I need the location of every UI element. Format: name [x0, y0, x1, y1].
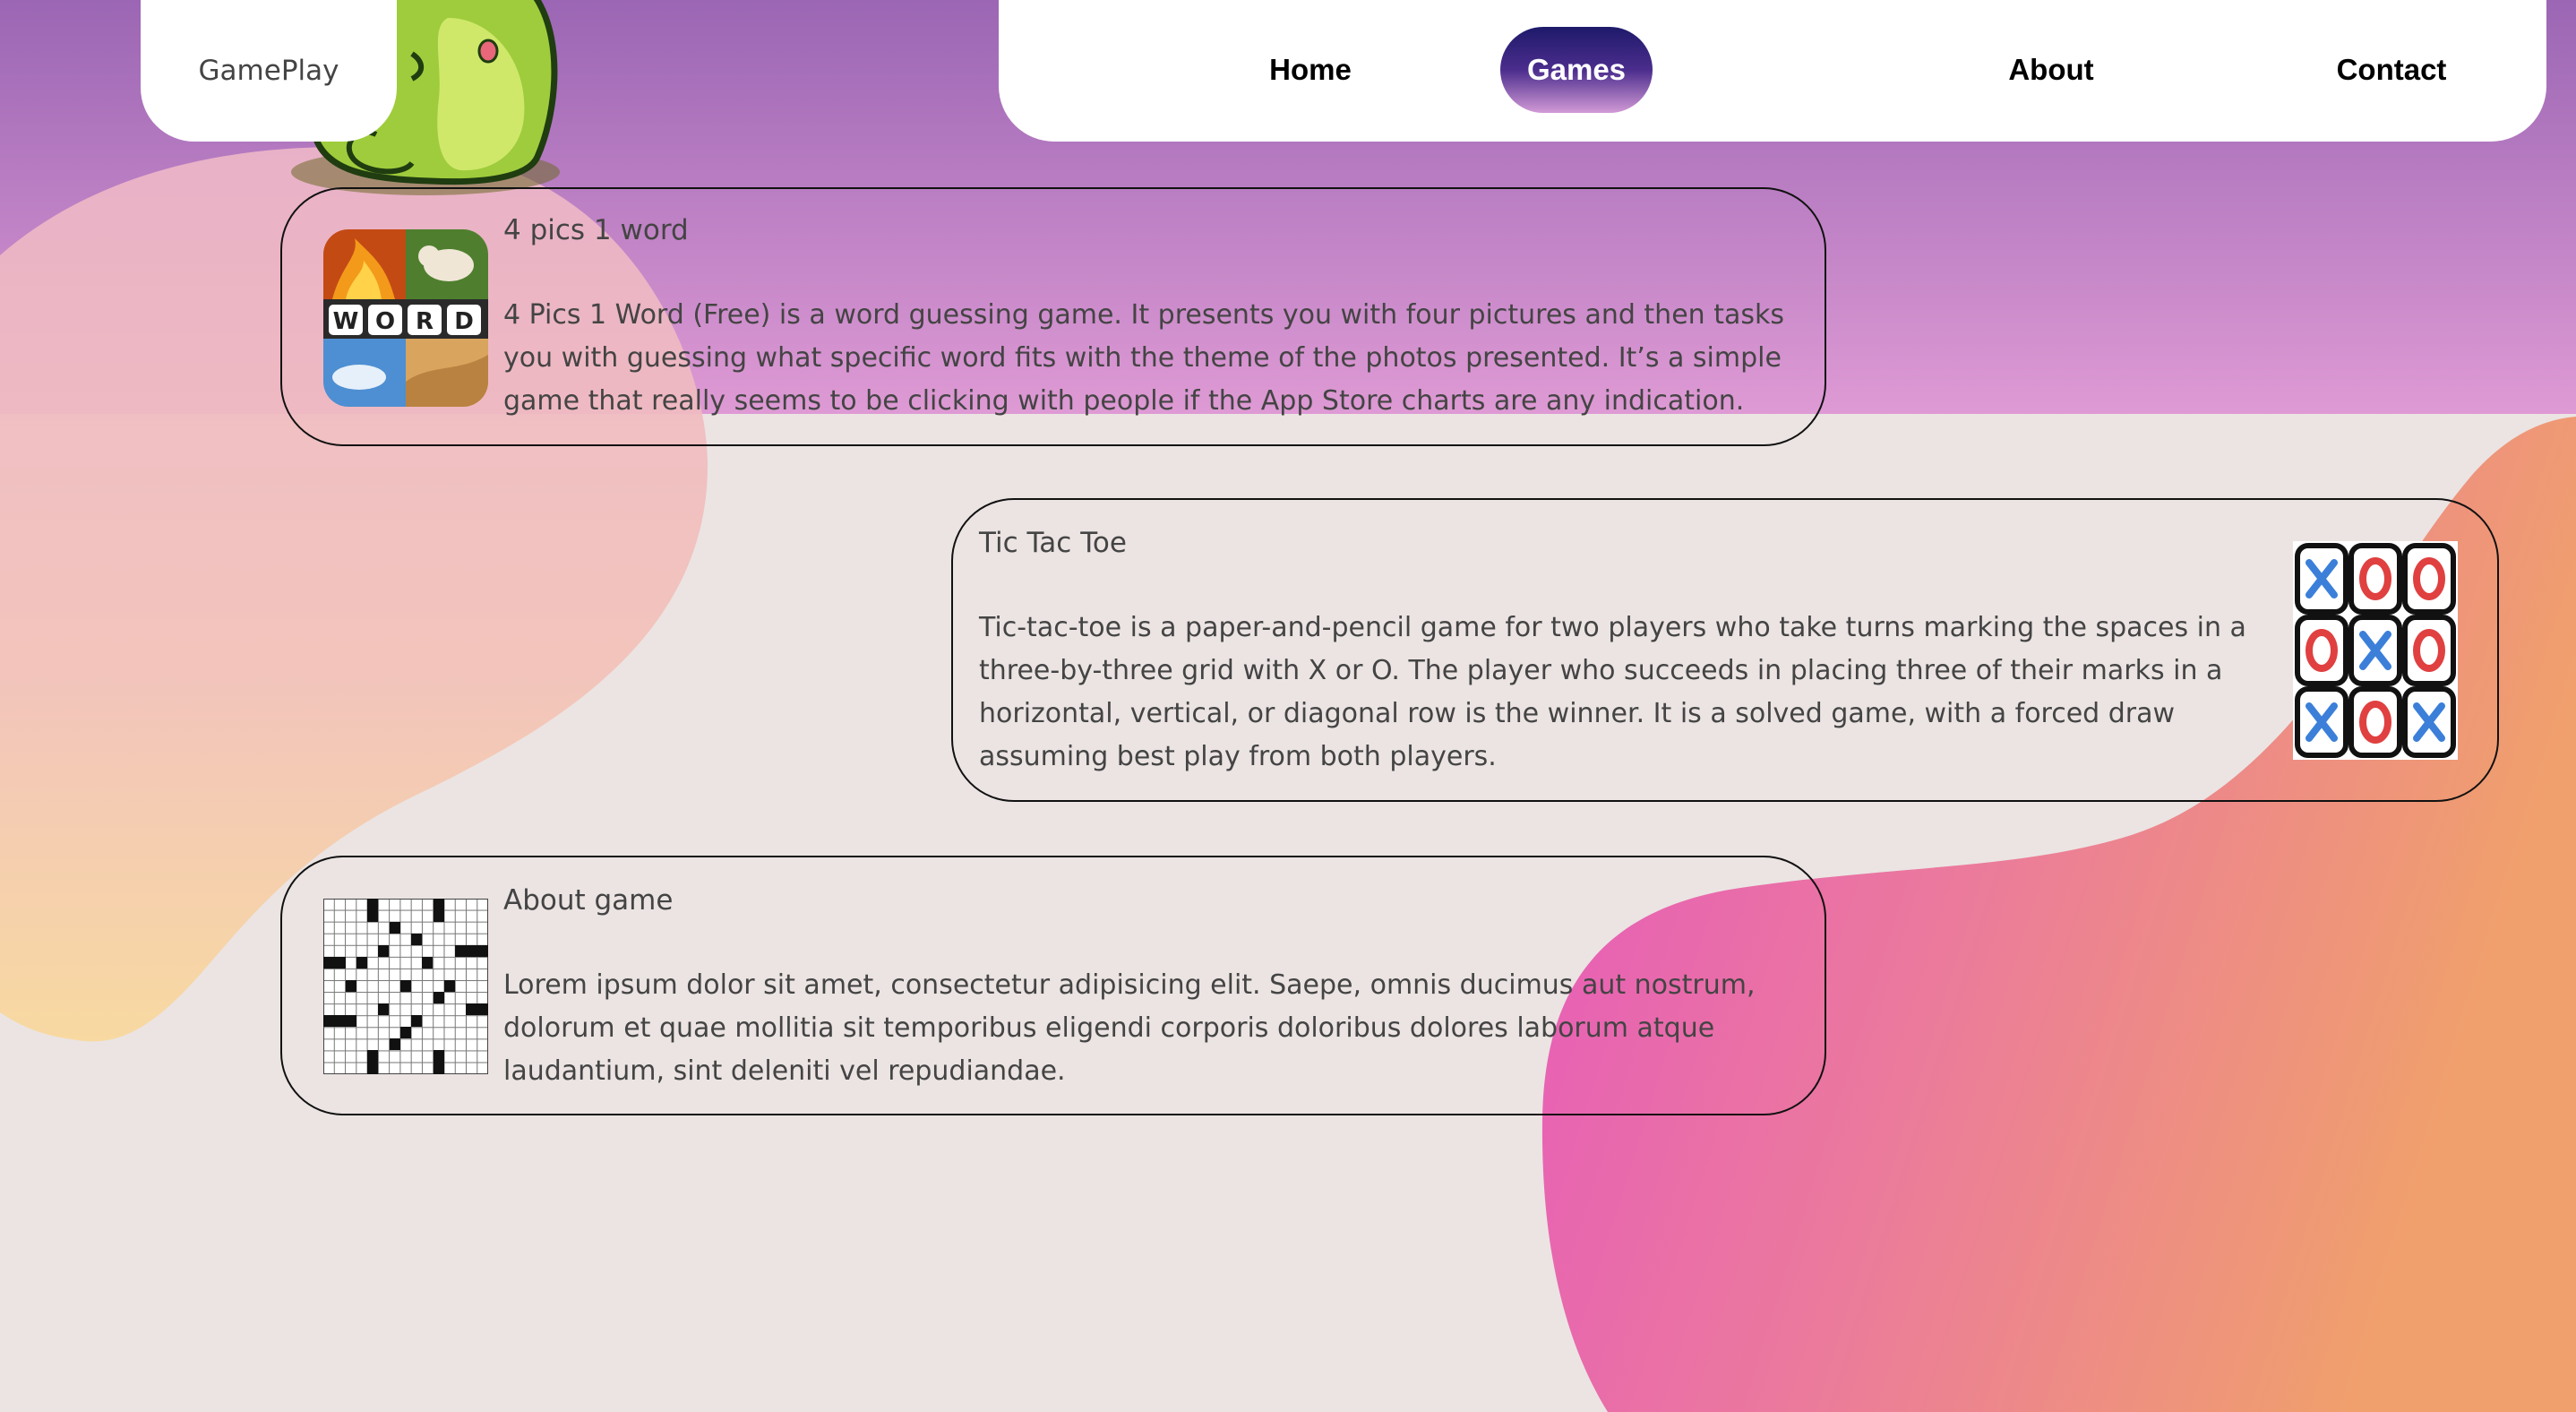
- game-card-about[interactable]: About game Lorem ipsum dolor sit amet, c…: [280, 856, 1826, 1115]
- nav-link-about[interactable]: About: [1899, 27, 2203, 113]
- nav-link-games[interactable]: Games: [1500, 27, 1653, 113]
- tictactoe-thumbnail-image: [2293, 541, 2458, 760]
- game-card-4pics1word[interactable]: W O R D 4 pics 1 word 4 Pics 1 Word (Fre…: [280, 187, 1826, 446]
- svg-text:W: W: [333, 308, 359, 335]
- crossword-thumbnail-image: [323, 899, 488, 1074]
- nav-link-contact[interactable]: Contact: [2280, 27, 2503, 113]
- game-title: Tic Tac Toe: [979, 527, 1127, 559]
- svg-text:O: O: [375, 308, 395, 335]
- game-title: About game: [503, 884, 674, 917]
- game-description: Lorem ipsum dolor sit amet, consectetur …: [503, 969, 1756, 1087]
- game-title: 4 pics 1 word: [503, 214, 689, 246]
- site-logo[interactable]: GamePlay: [141, 0, 397, 142]
- nav-link-home[interactable]: Home: [1158, 27, 1463, 113]
- main-navigation: Home Games About Contact: [999, 0, 2546, 142]
- game-description: Tic-tac-toe is a paper-and-pencil game f…: [979, 612, 2246, 772]
- 4pics1word-thumbnail-image: W O R D: [323, 229, 488, 407]
- svg-text:R: R: [416, 308, 434, 335]
- game-card-tictactoe[interactable]: Tic Tac Toe Tic-tac-toe is a paper-and-p…: [951, 498, 2499, 802]
- svg-text:D: D: [454, 308, 474, 335]
- game-description: 4 Pics 1 Word (Free) is a word guessing …: [503, 299, 1784, 417]
- logo-text: GamePlay: [198, 55, 339, 87]
